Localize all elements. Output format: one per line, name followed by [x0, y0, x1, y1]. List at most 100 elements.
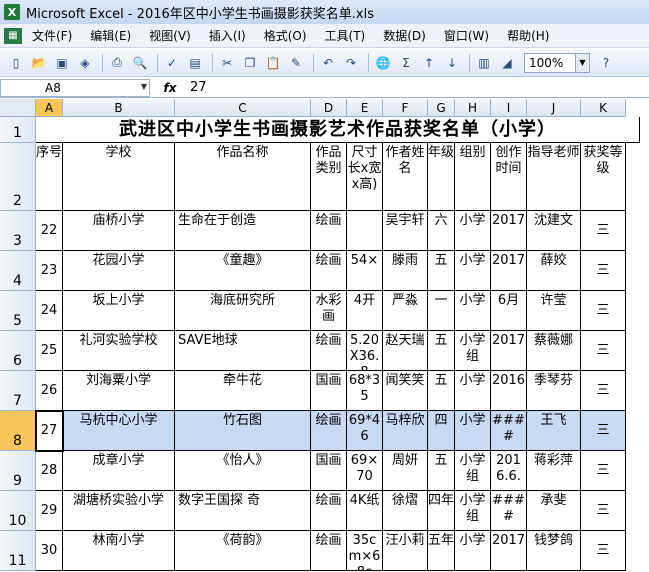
column-header-j[interactable]: J [527, 99, 581, 117]
table-cell[interactable]: 2016 [491, 371, 527, 411]
menu-edit[interactable]: 编辑(E) [90, 27, 131, 44]
undo-icon[interactable]: ↶ [318, 53, 338, 73]
table-cell[interactable]: 五 [428, 251, 455, 291]
table-cell[interactable]: 54× [347, 251, 383, 291]
table-cell[interactable]: 国画 [311, 371, 347, 411]
table-cell[interactable]: 绘画 [311, 331, 347, 371]
print-icon[interactable]: ⎙ [107, 53, 127, 73]
table-cell[interactable]: 2017 [491, 211, 527, 251]
header-cell[interactable]: 作品类别 [311, 143, 347, 211]
column-header-e[interactable]: E [347, 99, 383, 117]
formula-input[interactable]: 27 [190, 80, 207, 95]
menu-window[interactable]: 窗口(W) [444, 27, 489, 44]
table-cell[interactable]: 数字王国探 奇 [175, 491, 311, 531]
table-cell[interactable]: 小学 [455, 211, 491, 251]
table-cell[interactable]: 赵天瑞 [383, 331, 428, 371]
table-cell[interactable]: 王飞 [527, 411, 581, 451]
header-cell[interactable]: 指导老师 [527, 143, 581, 211]
table-cell[interactable]: 4K纸 [347, 491, 383, 531]
table-cell[interactable]: 马梓欣 [383, 411, 428, 451]
table-cell[interactable]: 24 [36, 291, 63, 331]
table-cell[interactable]: 蒋彩萍 [527, 451, 581, 491]
table-cell[interactable]: 承斐 [527, 491, 581, 531]
table-cell[interactable]: 35cm×68c [347, 531, 383, 571]
table-cell[interactable]: #### [491, 411, 527, 451]
table-cell[interactable]: 坂上小学 [63, 291, 175, 331]
table-cell[interactable]: 2017 [491, 531, 527, 571]
permission-icon[interactable]: ◈ [75, 53, 95, 73]
table-cell[interactable]: 五 [428, 331, 455, 371]
table-cell[interactable]: 礼河实验学校 [63, 331, 175, 371]
cut-icon[interactable]: ✂ [217, 53, 237, 73]
column-header-d[interactable]: D [311, 99, 347, 117]
table-cell[interactable]: 吴宇轩 [383, 211, 428, 251]
table-cell[interactable]: 蔡薇娜 [527, 331, 581, 371]
table-cell[interactable]: 26 [36, 371, 63, 411]
row-header-11[interactable]: 11 [0, 531, 36, 571]
table-cell[interactable]: 30 [36, 531, 63, 571]
table-cell[interactable]: 季琴芬 [527, 371, 581, 411]
header-cell[interactable]: 学校 [63, 143, 175, 211]
row-header-3[interactable]: 3 [0, 211, 36, 251]
table-cell[interactable]: 小学 [455, 371, 491, 411]
table-cell[interactable]: 22 [36, 211, 63, 251]
table-cell[interactable]: 六 [428, 211, 455, 251]
table-cell[interactable]: 6月 [491, 291, 527, 331]
table-cell[interactable]: 23 [36, 251, 63, 291]
menu-data[interactable]: 数据(D) [383, 27, 426, 44]
zoom-select[interactable]: 100% [524, 52, 576, 73]
row-header-5[interactable]: 5 [0, 291, 36, 331]
header-cell[interactable]: 年级 [428, 143, 455, 211]
table-cell[interactable]: 5.20X36.8 [347, 331, 383, 371]
research-icon[interactable]: ▤ [185, 53, 205, 73]
column-header-b[interactable]: B [63, 99, 175, 117]
table-cell[interactable]: 三 [581, 371, 626, 411]
table-cell[interactable]: 《荷韵》 [175, 531, 311, 571]
table-cell[interactable]: 沈建文 [527, 211, 581, 251]
row-header-4[interactable]: 4 [0, 251, 36, 291]
table-cell[interactable]: 三 [581, 211, 626, 251]
table-cell[interactable]: 五年 [428, 531, 455, 571]
column-header-g[interactable]: G [428, 99, 455, 117]
table-cell[interactable]: 徐熠 [383, 491, 428, 531]
table-cell[interactable]: 三 [581, 531, 626, 571]
table-cell[interactable]: 庙桥小学 [63, 211, 175, 251]
table-cell[interactable]: 绘画 [311, 211, 347, 251]
table-cell[interactable]: 69*46 [347, 411, 383, 451]
table-cell[interactable]: 三 [581, 291, 626, 331]
table-cell[interactable]: 绘画 [311, 251, 347, 291]
table-cell[interactable]: 许莹 [527, 291, 581, 331]
table-cell[interactable]: 绘画 [311, 491, 347, 531]
table-cell[interactable]: 小学 [455, 291, 491, 331]
table-cell[interactable]: 闻笑笑 [383, 371, 428, 411]
column-header-h[interactable]: H [455, 99, 491, 117]
table-cell[interactable]: 湖塘桥实验小学 [63, 491, 175, 531]
table-cell[interactable]: 三 [581, 331, 626, 371]
autosum-icon[interactable]: Σ [396, 53, 416, 73]
table-cell[interactable]: 周妍 [383, 451, 428, 491]
table-cell[interactable]: 马杭中心小学 [63, 411, 175, 451]
name-box[interactable]: A8 ▼ [0, 78, 150, 97]
table-cell[interactable]: 4开 [347, 291, 383, 331]
chevron-down-icon[interactable]: ▼ [141, 82, 147, 91]
table-cell[interactable] [347, 211, 383, 251]
table-cell[interactable]: 钱梦鸽 [527, 531, 581, 571]
table-cell[interactable]: 25 [36, 331, 63, 371]
header-cell[interactable]: 获奖等级 [581, 143, 626, 211]
row-header-2[interactable]: 2 [0, 143, 36, 211]
row-header-10[interactable]: 10 [0, 491, 36, 531]
header-cell[interactable]: 作品名称 [175, 143, 311, 211]
chart-wizard-icon[interactable]: ▥ [474, 53, 494, 73]
table-cell[interactable]: 小学组 [455, 451, 491, 491]
table-cell[interactable]: 《怡人》 [175, 451, 311, 491]
header-cell[interactable]: 创作时间 [491, 143, 527, 211]
table-cell[interactable]: 牵牛花 [175, 371, 311, 411]
menu-view[interactable]: 视图(V) [149, 27, 191, 44]
header-cell[interactable]: 组别 [455, 143, 491, 211]
table-cell[interactable]: 汪小莉 [383, 531, 428, 571]
new-icon[interactable]: ▯ [6, 53, 26, 73]
select-all-corner[interactable] [0, 99, 36, 117]
column-header-c[interactable]: C [175, 99, 311, 117]
worksheet-grid[interactable]: A B C D E F G H I J K 1 2 3 4 5 6 7 8 9 10 11 武进区中小学生书画摄影艺术作品获… [0, 99, 649, 572]
menu-tools[interactable]: 工具(T) [325, 27, 366, 44]
